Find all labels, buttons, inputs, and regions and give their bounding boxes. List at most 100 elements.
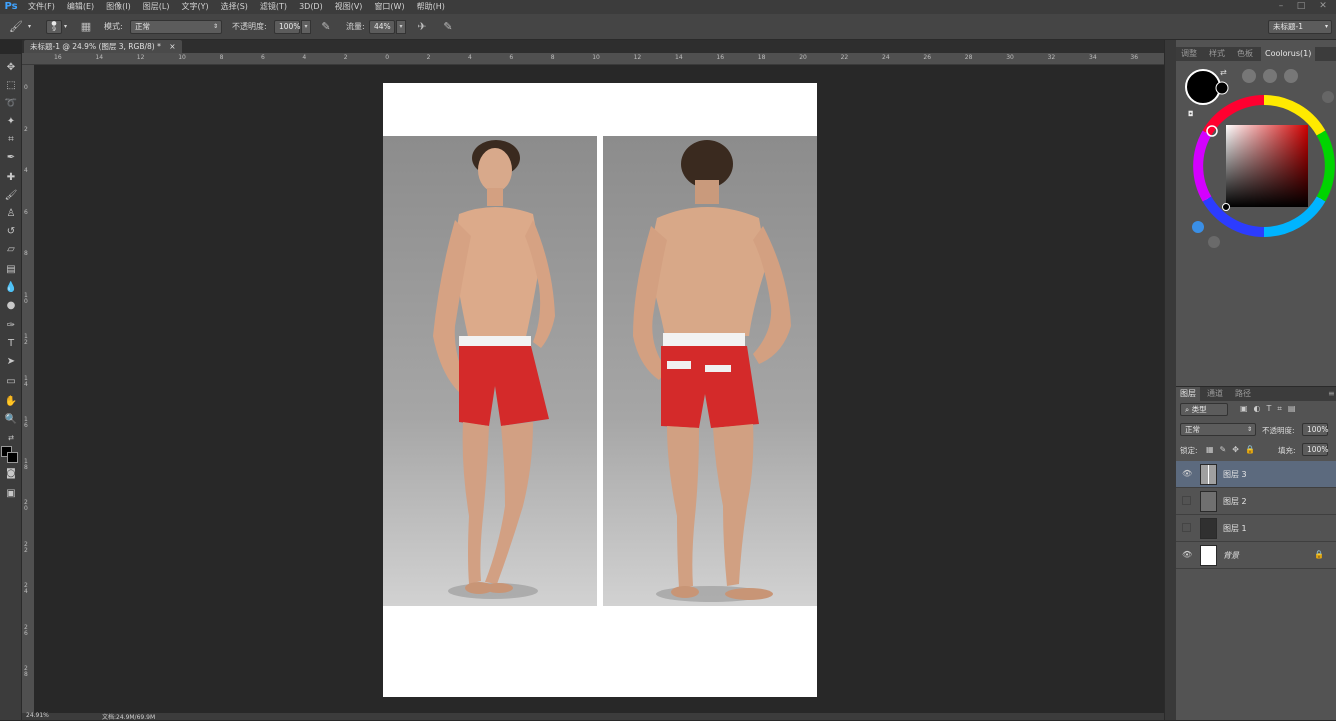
layer-row-3[interactable]: 👁 图层 3 bbox=[1176, 461, 1336, 488]
magic-wand-tool-icon[interactable]: ✦ bbox=[3, 114, 19, 130]
document-tab-title: 未标题-1 @ 24.9% (图层 3, RGB/8) * bbox=[30, 42, 161, 51]
dodge-tool-icon[interactable]: ● bbox=[3, 298, 19, 314]
lock-icons[interactable]: ▦✎✥🔒 bbox=[1206, 445, 1261, 454]
color-wheel-widget[interactable]: ⇄ ◘ bbox=[1176, 61, 1336, 261]
menu-3d[interactable]: 3D(D) bbox=[293, 0, 329, 14]
eye-icon[interactable]: 👁 bbox=[1182, 550, 1192, 560]
mode-button-2-icon[interactable] bbox=[1263, 69, 1277, 83]
pressure-opacity-icon[interactable]: ✎ bbox=[318, 19, 334, 35]
mode-select[interactable]: 正常 ⇕ bbox=[130, 20, 222, 34]
layer-filter-select[interactable]: ⌕ 类型 bbox=[1180, 403, 1228, 416]
tab-swatches[interactable]: 色板 bbox=[1237, 47, 1253, 61]
play-button-icon[interactable] bbox=[1208, 236, 1220, 248]
menu-edit[interactable]: 编辑(E) bbox=[61, 0, 100, 14]
tab-channels[interactable]: 通道 bbox=[1207, 387, 1223, 401]
minimize-icon[interactable]: – bbox=[1272, 0, 1290, 12]
tab-styles[interactable]: 样式 bbox=[1209, 47, 1225, 61]
color-marker[interactable] bbox=[1222, 203, 1230, 211]
flow-dropdown-icon[interactable]: ▾ bbox=[396, 20, 406, 34]
maximize-icon[interactable]: □ bbox=[1292, 0, 1310, 12]
layer-row-1[interactable]: 图层 1 bbox=[1176, 515, 1336, 542]
document-tab[interactable]: 未标题-1 @ 24.9% (图层 3, RGB/8) * × bbox=[24, 40, 182, 53]
menu-image[interactable]: 图像(I) bbox=[100, 0, 137, 14]
lasso-tool-icon[interactable]: ➰ bbox=[3, 96, 19, 112]
opacity-dropdown-icon[interactable]: ▾ bbox=[301, 20, 311, 34]
background-color-swatch[interactable] bbox=[7, 452, 18, 463]
workspace-select[interactable]: 未标题-1 ▾ bbox=[1268, 20, 1332, 34]
menu-type[interactable]: 文字(Y) bbox=[175, 0, 214, 14]
menu-view[interactable]: 视图(V) bbox=[329, 0, 369, 14]
color-harmony-icon[interactable] bbox=[1192, 221, 1204, 233]
layer-name[interactable]: 图层 3 bbox=[1223, 461, 1247, 488]
layer-row-2[interactable]: 图层 2 bbox=[1176, 488, 1336, 515]
quick-mask-icon[interactable]: ◙ bbox=[3, 466, 19, 482]
eye-icon[interactable]: 👁 bbox=[1182, 469, 1192, 479]
mode-button-4-icon[interactable] bbox=[1322, 91, 1334, 103]
brush-tool-icon[interactable]: 🖌 bbox=[3, 188, 19, 204]
pen-tool-icon[interactable]: ✑ bbox=[3, 318, 19, 334]
shape-tool-icon[interactable]: ▭ bbox=[3, 374, 19, 390]
healing-brush-tool-icon[interactable]: ✚ bbox=[3, 170, 19, 186]
layer-name[interactable]: 图层 1 bbox=[1223, 515, 1247, 542]
menu-layer[interactable]: 图层(L) bbox=[137, 0, 176, 14]
clone-stamp-tool-icon[interactable]: ♙ bbox=[3, 206, 19, 222]
brush-tool-icon[interactable]: 🖌 bbox=[8, 19, 24, 35]
layer-name[interactable]: 图层 2 bbox=[1223, 488, 1247, 515]
screen-mode-icon[interactable]: ▣ bbox=[3, 486, 19, 502]
layer-name[interactable]: 背景 bbox=[1223, 542, 1239, 569]
brush-panel-toggle-icon[interactable]: ▦ bbox=[78, 19, 94, 35]
swap-colors-icon[interactable]: ⇄ bbox=[1220, 68, 1227, 77]
type-tool-icon[interactable]: T bbox=[3, 336, 19, 352]
tab-paths[interactable]: 路径 bbox=[1235, 387, 1251, 401]
crop-tool-icon[interactable]: ⌗ bbox=[3, 132, 19, 148]
zoom-tool-icon[interactable]: 🔍 bbox=[3, 412, 19, 428]
path-selection-tool-icon[interactable]: ➤ bbox=[3, 354, 19, 370]
airbrush-icon[interactable]: ✈ bbox=[414, 19, 430, 35]
fill-input[interactable]: 100% bbox=[1302, 443, 1328, 456]
chevron-updown-icon: ⇕ bbox=[212, 23, 218, 30]
close-tab-icon[interactable]: × bbox=[169, 42, 175, 51]
layer-row-background[interactable]: 👁 背景 🔒 bbox=[1176, 542, 1336, 569]
menu-help[interactable]: 帮助(H) bbox=[411, 0, 451, 14]
menu-file[interactable]: 文件(F) bbox=[22, 0, 61, 14]
foreground-color-circle[interactable] bbox=[1185, 69, 1221, 105]
swap-colors-icon[interactable]: ⇄ bbox=[3, 430, 19, 446]
zoom-level[interactable]: 24.91% bbox=[26, 712, 49, 719]
brush-size-picker[interactable]: ● 9 bbox=[46, 20, 62, 34]
background-color-circle[interactable] bbox=[1215, 81, 1229, 95]
document-canvas[interactable] bbox=[383, 83, 817, 697]
history-brush-tool-icon[interactable]: ↺ bbox=[3, 224, 19, 240]
menu-bar: Ps 文件(F) 编辑(E) 图像(I) 图层(L) 文字(Y) 选择(S) 滤… bbox=[0, 0, 1336, 14]
options-bar: 🖌 ▾ ● 9 ▾ ▦ 模式: 正常 ⇕ 不透明度: 100% ▾ ✎ 流量: 44… bbox=[0, 14, 1336, 40]
eyedropper-tool-icon[interactable]: ✒ bbox=[3, 150, 19, 166]
eraser-tool-icon[interactable]: ▱ bbox=[3, 242, 19, 258]
pressure-size-icon[interactable]: ✎ bbox=[440, 19, 456, 35]
mode-button-3-icon[interactable] bbox=[1284, 69, 1298, 83]
layer-filter-icons[interactable]: ▣◐T⌗▤ bbox=[1240, 404, 1302, 414]
tab-adjustments[interactable]: 调整 bbox=[1181, 47, 1197, 61]
blend-mode-select[interactable]: 正常 ⇕ bbox=[1180, 423, 1256, 436]
opacity-input[interactable]: 100% bbox=[274, 20, 300, 34]
visibility-toggle[interactable] bbox=[1182, 496, 1191, 505]
menu-filter[interactable]: 滤镜(T) bbox=[254, 0, 293, 14]
mode-button-1-icon[interactable] bbox=[1242, 69, 1256, 83]
model-front-figure bbox=[433, 140, 555, 599]
panel-menu-icon[interactable]: ≡ bbox=[1328, 387, 1335, 401]
menu-window[interactable]: 窗口(W) bbox=[368, 0, 410, 14]
gradient-tool-icon[interactable]: ▤ bbox=[3, 262, 19, 278]
flow-input[interactable]: 44% bbox=[369, 20, 395, 34]
brush-picker-arrow-icon[interactable]: ▾ bbox=[64, 14, 67, 40]
tab-coolorus[interactable]: Coolorus(1) bbox=[1261, 47, 1316, 61]
tab-layers[interactable]: 图层 bbox=[1176, 387, 1200, 401]
layer-opacity-input[interactable]: 100% bbox=[1302, 423, 1328, 436]
visibility-toggle[interactable] bbox=[1182, 523, 1191, 532]
marquee-tool-icon[interactable]: ⬚ bbox=[3, 78, 19, 94]
move-tool-icon[interactable]: ✥ bbox=[3, 60, 19, 76]
hand-tool-icon[interactable]: ✋ bbox=[3, 394, 19, 410]
tool-preset-arrow-icon[interactable]: ▾ bbox=[28, 14, 31, 40]
menu-select[interactable]: 选择(S) bbox=[215, 0, 254, 14]
default-colors-icon[interactable]: ◘ bbox=[1188, 110, 1194, 118]
close-icon[interactable]: ✕ bbox=[1314, 0, 1332, 12]
blur-tool-icon[interactable]: 💧 bbox=[3, 280, 19, 296]
ruler-tick-label: 14 bbox=[95, 54, 104, 61]
